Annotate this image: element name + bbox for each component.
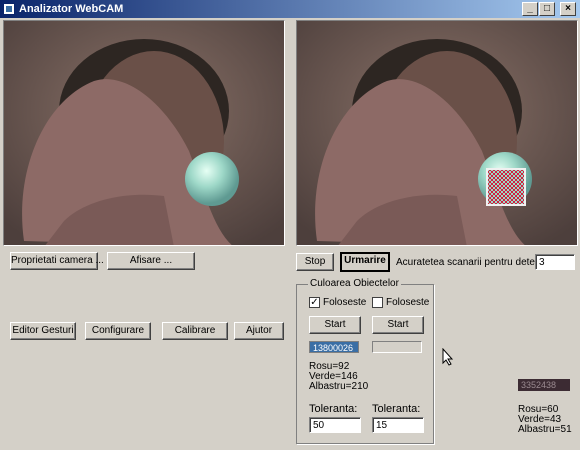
use-checkbox-2[interactable] <box>372 297 383 308</box>
use-checkbox-1[interactable]: ✓ <box>309 297 320 308</box>
webcam-image <box>4 21 284 245</box>
camera-view-raw <box>3 20 285 246</box>
webcam-image-tracked <box>297 21 577 245</box>
start-button-1[interactable]: Start <box>309 316 361 334</box>
camera-view-tracking <box>296 20 578 246</box>
tolerance-label-1: Toleranta: <box>309 403 358 415</box>
blue-value-1: Albastru=210 <box>309 381 369 392</box>
tracking-box <box>486 168 526 206</box>
cursor-arrow-icon <box>442 347 454 366</box>
stop-button[interactable]: Stop <box>296 253 334 271</box>
color-code-2 <box>372 341 422 353</box>
display-button[interactable]: Afisare ... <box>107 252 195 270</box>
tolerance-input-2[interactable]: 15 <box>372 417 424 433</box>
camera-properties-button[interactable]: Proprietati camera ... <box>10 252 104 270</box>
title-bar[interactable]: Analizator WebCAM _ □ × <box>0 0 580 18</box>
detected-blue: Albastru=51 <box>518 424 572 435</box>
track-button[interactable]: Urmarire <box>340 252 390 272</box>
object-colors-group-title: Culoarea Obiectelor <box>308 278 401 290</box>
use-label-1: Foloseste <box>323 297 367 308</box>
window-title: Analizator WebCAM <box>19 3 124 15</box>
detected-color-swatch: 3352438 <box>518 379 570 391</box>
tolerance-label-2: Toleranta: <box>372 403 421 415</box>
mouse-cursor-icon <box>442 347 454 369</box>
gesture-editor-button[interactable]: Editor Gesturi <box>10 322 76 340</box>
app-icon <box>3 3 15 15</box>
help-button[interactable]: Ajutor <box>234 322 284 340</box>
tolerance-input-1[interactable]: 50 <box>309 417 361 433</box>
start-button-2[interactable]: Start <box>372 316 424 334</box>
minimize-button[interactable]: _ <box>522 2 538 16</box>
maximize-button[interactable]: □ <box>539 2 555 16</box>
scan-accuracy-label: Acuratetea scanarii pentru detectie <box>396 257 551 268</box>
color-code-1: 13800026 <box>309 341 359 353</box>
scan-accuracy-input[interactable]: 3 <box>535 254 575 270</box>
calibrate-button[interactable]: Calibrare <box>162 322 228 340</box>
configure-button[interactable]: Configurare <box>85 322 151 340</box>
close-button[interactable]: × <box>560 2 576 16</box>
use-label-2: Foloseste <box>386 297 430 308</box>
